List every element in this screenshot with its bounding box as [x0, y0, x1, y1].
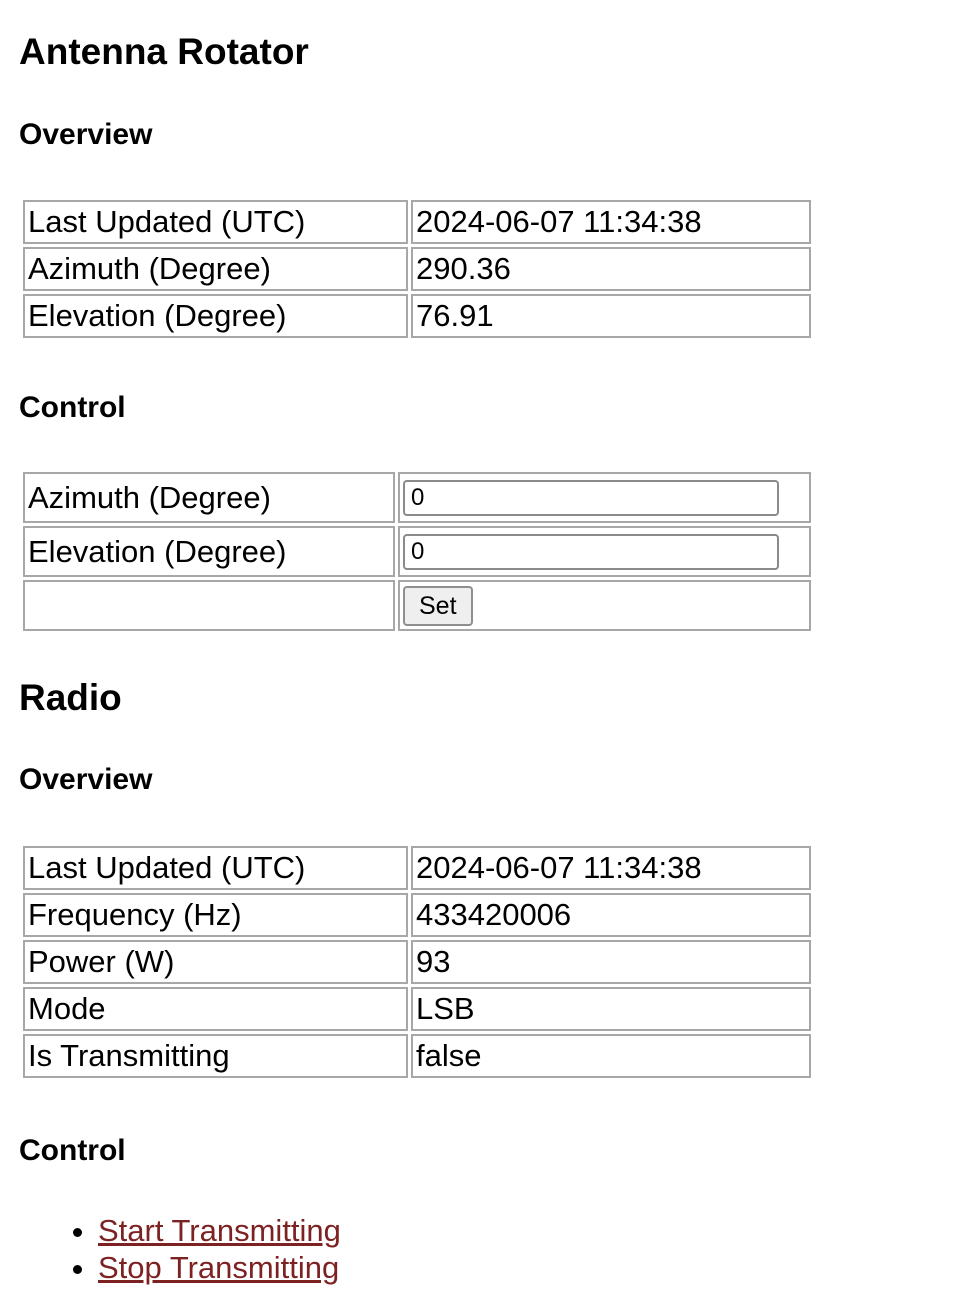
radio-mode-value: LSB	[411, 987, 811, 1031]
start-transmitting-link[interactable]: Start Transmitting	[98, 1213, 341, 1248]
rotator-azimuth-label: Azimuth (Degree)	[23, 247, 408, 291]
rotator-last-updated-label: Last Updated (UTC)	[23, 200, 408, 244]
radio-transmitting-value: false	[411, 1034, 811, 1078]
set-button-cell: Set	[398, 580, 811, 631]
radio-frequency-value: 433420006	[411, 893, 811, 937]
rotator-overview-table: Last Updated (UTC) 2024-06-07 11:34:38 A…	[20, 197, 814, 341]
table-row: Last Updated (UTC) 2024-06-07 11:34:38	[23, 846, 811, 890]
elevation-input-cell	[398, 526, 811, 577]
radio-overview-table: Last Updated (UTC) 2024-06-07 11:34:38 F…	[20, 843, 814, 1081]
table-row: Mode LSB	[23, 987, 811, 1031]
stop-transmitting-link[interactable]: Stop Transmitting	[98, 1250, 339, 1285]
elevation-input[interactable]	[403, 534, 779, 571]
rotator-azimuth-value: 290.36	[411, 247, 811, 291]
radio-transmitting-label: Is Transmitting	[23, 1034, 408, 1078]
radio-control-title: Control	[19, 1134, 126, 1167]
list-item: Start Transmitting	[98, 1212, 341, 1249]
table-row: Frequency (Hz) 433420006	[23, 893, 811, 937]
radio-last-updated-value: 2024-06-07 11:34:38	[411, 846, 811, 890]
azimuth-input-label: Azimuth (Degree)	[23, 472, 395, 523]
table-row: Power (W) 93	[23, 940, 811, 984]
set-button[interactable]: Set	[403, 586, 473, 627]
rotator-elevation-label: Elevation (Degree)	[23, 294, 408, 338]
radio-mode-label: Mode	[23, 987, 408, 1031]
empty-cell	[23, 580, 395, 631]
rotator-title: Antenna Rotator	[19, 31, 309, 72]
rotator-overview-title: Overview	[19, 118, 153, 151]
azimuth-input-cell	[398, 472, 811, 523]
elevation-input-label: Elevation (Degree)	[23, 526, 395, 577]
radio-power-label: Power (W)	[23, 940, 408, 984]
rotator-control-title: Control	[19, 391, 126, 424]
list-item: Stop Transmitting	[98, 1249, 341, 1286]
radio-title: Radio	[19, 677, 122, 718]
table-row: Set	[23, 580, 811, 631]
radio-power-value: 93	[411, 940, 811, 984]
table-row: Azimuth (Degree) 290.36	[23, 247, 811, 291]
radio-control-links: Start Transmitting Stop Transmitting	[58, 1212, 341, 1286]
rotator-elevation-value: 76.91	[411, 294, 811, 338]
table-row: Elevation (Degree) 76.91	[23, 294, 811, 338]
table-row: Elevation (Degree)	[23, 526, 811, 577]
table-row: Is Transmitting false	[23, 1034, 811, 1078]
rotator-last-updated-value: 2024-06-07 11:34:38	[411, 200, 811, 244]
radio-frequency-label: Frequency (Hz)	[23, 893, 408, 937]
table-row: Azimuth (Degree)	[23, 472, 811, 523]
radio-last-updated-label: Last Updated (UTC)	[23, 846, 408, 890]
rotator-control-table: Azimuth (Degree) Elevation (Degree) Set	[20, 469, 814, 634]
table-row: Last Updated (UTC) 2024-06-07 11:34:38	[23, 200, 811, 244]
radio-overview-title: Overview	[19, 763, 153, 796]
azimuth-input[interactable]	[403, 480, 779, 517]
